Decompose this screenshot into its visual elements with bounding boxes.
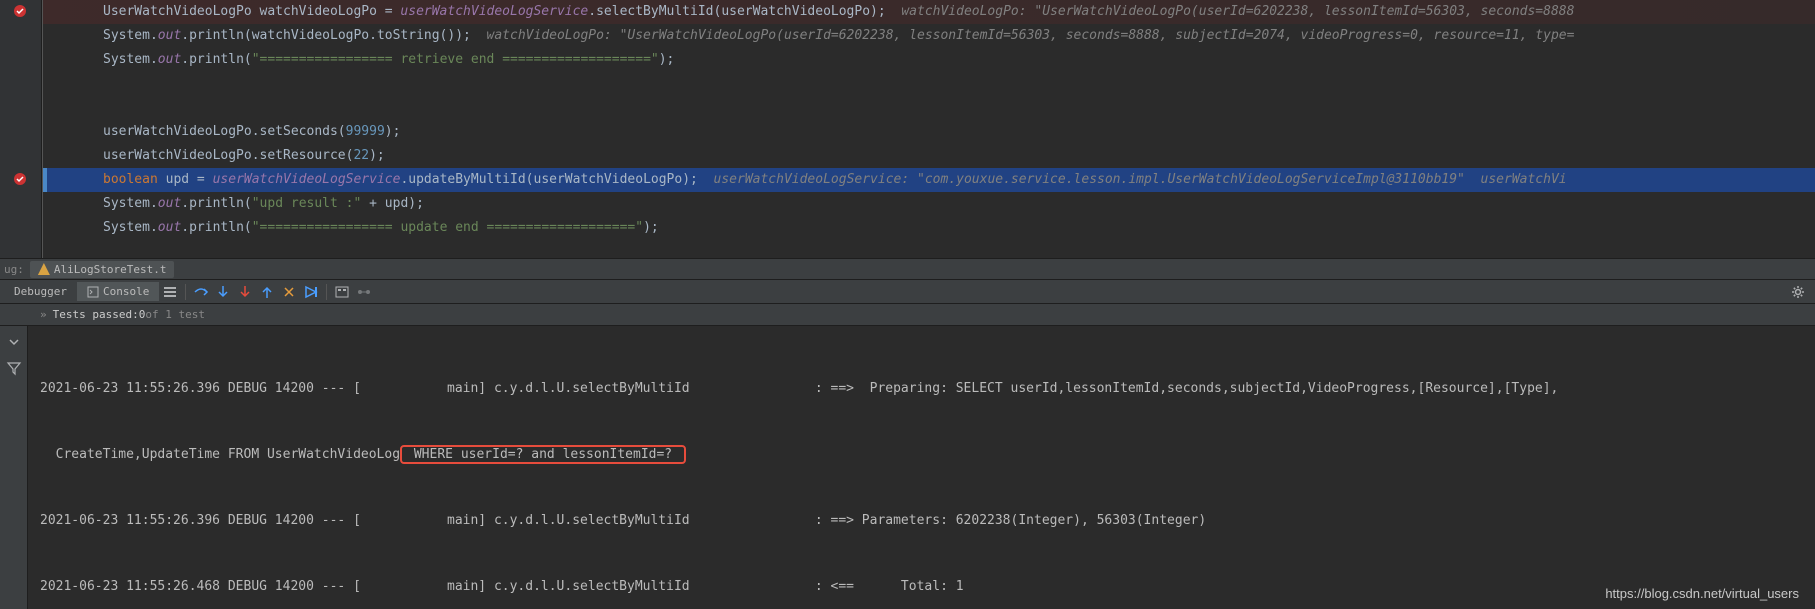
code-editor[interactable]: UserWatchVideoLogPo watchVideoLogPo = us… [0,0,1815,258]
run-panel-label: ug: [4,263,24,276]
code-line-empty[interactable] [43,96,1815,120]
code-line[interactable]: System.out.println("================= up… [43,216,1815,240]
code-line[interactable]: UserWatchVideoLogPo watchVideoLogPo = us… [43,0,1815,24]
run-configuration-bar: ug: AliLogStoreTest.t [0,258,1815,280]
code-line-empty[interactable] [43,72,1815,96]
breakpoint-icon[interactable] [12,3,28,19]
execution-cursor-icon [43,168,47,192]
sql-where-highlight: WHERE userId=? and lessonItemId=? [400,445,686,464]
code-content[interactable]: UserWatchVideoLogPo watchVideoLogPo = us… [42,0,1815,258]
tab-console[interactable]: Console [77,282,159,301]
tests-status-bar: » Tests passed: 0 of 1 test [0,304,1815,326]
console-icon [87,286,99,298]
drop-frame-icon[interactable] [281,284,297,300]
code-line-current[interactable]: boolean upd = userWatchVideoLogService.u… [43,168,1815,192]
test-config-icon [38,263,50,275]
console-line: 2021-06-23 11:55:26.468 DEBUG 14200 --- … [40,576,1803,598]
console-output[interactable]: 2021-06-23 11:55:26.396 DEBUG 14200 --- … [28,326,1815,609]
console-line: 2021-06-23 11:55:26.396 DEBUG 14200 --- … [40,510,1803,532]
evaluate-expression-icon[interactable] [334,284,350,300]
step-out-icon[interactable] [259,284,275,300]
code-line[interactable]: System.out.println("================= re… [43,48,1815,72]
console-line: CreateTime,UpdateTime FROM UserWatchVide… [40,444,1803,466]
editor-gutter [0,0,42,258]
trace-current-stream-chain-icon[interactable] [356,284,372,300]
code-line[interactable]: System.out.println(watchVideoLogPo.toStr… [43,24,1815,48]
debug-toolbar: Debugger Console [0,280,1815,304]
settings-icon[interactable] [1790,284,1806,300]
threads-icon[interactable] [162,284,178,300]
force-step-into-icon[interactable] [237,284,253,300]
tests-total: of 1 test [145,308,205,321]
run-to-cursor-icon[interactable] [303,284,319,300]
tests-passed-count: 0 [139,308,146,321]
run-tab-label: AliLogStoreTest.t [54,263,167,276]
console-side-toolbar [0,326,28,609]
step-into-icon[interactable] [215,284,231,300]
tab-debugger[interactable]: Debugger [4,282,77,301]
expand-icon[interactable] [6,334,22,350]
tests-passed-label: Tests passed: [53,308,139,321]
breakpoint-icon[interactable] [12,171,28,187]
code-line[interactable]: System.out.println("upd result :" + upd)… [43,192,1815,216]
toolbar-separator [185,284,186,300]
console-line: 2021-06-23 11:55:26.396 DEBUG 14200 --- … [40,378,1803,400]
chevron-right-icon[interactable]: » [40,308,47,321]
filter-icon[interactable] [6,360,22,376]
step-over-icon[interactable] [193,284,209,300]
toolbar-separator [326,284,327,300]
run-tab[interactable]: AliLogStoreTest.t [30,261,175,278]
code-line[interactable]: userWatchVideoLogPo.setResource(22); [43,144,1815,168]
watermark: https://blog.csdn.net/virtual_users [1605,586,1799,601]
code-line[interactable]: userWatchVideoLogPo.setSeconds(99999); [43,120,1815,144]
